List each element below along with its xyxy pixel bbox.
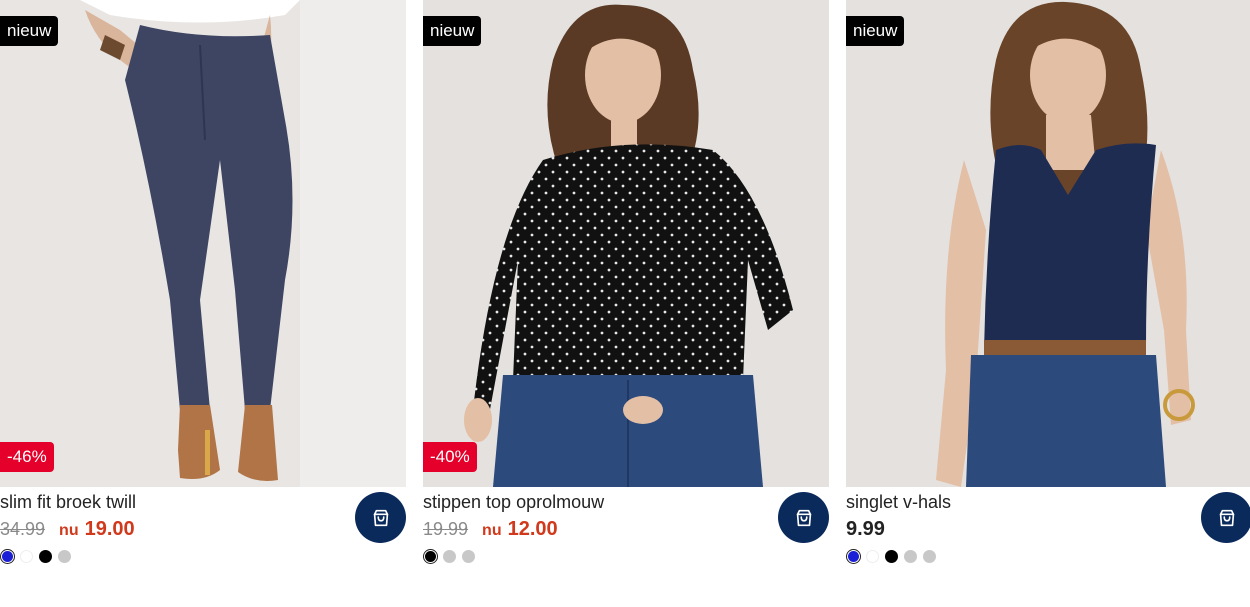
shopping-bag-icon [796,509,811,526]
price-row: 34.99 nu 19.00 [0,518,135,544]
sale-price: 19.00 [84,518,135,540]
color-swatch-grey[interactable] [462,550,475,563]
old-price: 19.99 [423,519,469,539]
product-title[interactable]: stippen top oprolmouw [423,492,604,513]
add-to-cart-button[interactable] [1201,492,1250,543]
add-to-cart-button[interactable] [355,492,406,543]
regular-price: 9.99 [846,518,885,540]
sale-price: 12.00 [507,518,558,540]
product-image[interactable]: nieuw -40% [423,0,829,487]
color-swatch-white[interactable] [866,550,879,563]
color-swatch-black[interactable] [39,550,52,563]
color-swatch-blue[interactable] [848,551,859,562]
price-row: 19.99 nu 12.00 [423,518,558,544]
new-badge: nieuw [423,16,482,46]
discount-badge: -40% [423,442,477,472]
product-grid: nieuw -46% slim fit broek twill 34.99 nu… [0,0,1250,607]
product-card[interactable]: nieuw singlet v-hals 9.99 [846,0,1250,607]
color-swatch-grey[interactable] [58,550,71,563]
shopping-bag-icon [1219,509,1234,526]
color-swatch-black[interactable] [885,550,898,563]
product-title[interactable]: singlet v-hals [846,492,951,513]
color-swatch-grey[interactable] [443,550,456,563]
color-swatch-white[interactable] [20,550,33,563]
new-badge: nieuw [0,16,59,46]
product-card[interactable]: nieuw -40% stippen top oprolmouw 19.99 n… [423,0,829,607]
color-swatch-grey[interactable] [923,550,936,563]
new-badge: nieuw [846,16,905,46]
discount-badge: -46% [0,442,54,472]
product-card[interactable]: nieuw -46% slim fit broek twill 34.99 nu… [0,0,406,607]
old-price: 34.99 [0,519,46,539]
color-swatch-grey[interactable] [904,550,917,563]
color-swatch-blue[interactable] [2,551,13,562]
color-swatches [846,550,936,563]
add-to-cart-button[interactable] [778,492,829,543]
color-swatches [423,550,475,563]
product-image[interactable]: nieuw -46% [0,0,406,487]
color-swatches [0,550,71,563]
price-row: 9.99 [846,518,885,544]
product-title[interactable]: slim fit broek twill [0,492,136,513]
product-image[interactable]: nieuw [846,0,1250,487]
now-label: nu [482,522,502,539]
now-label: nu [59,522,79,539]
shopping-bag-icon [373,509,388,526]
color-swatch-black[interactable] [425,551,436,562]
